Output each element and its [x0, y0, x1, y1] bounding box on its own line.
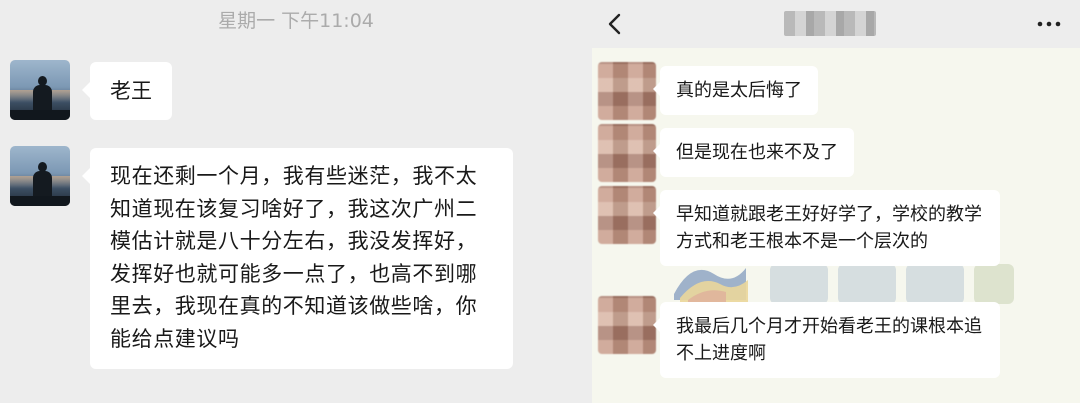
message-text: 老王: [110, 79, 152, 103]
avatar[interactable]: [10, 60, 70, 120]
message-bubble[interactable]: 但是现在也来不及了: [653, 128, 854, 177]
avatar[interactable]: [10, 146, 70, 206]
message-text: 现在还剩一个月，我有些迷茫，我不太知道现在该复习啥好了，我这次广州二模估计就是八…: [110, 164, 478, 351]
screenshot-composite: 星期一 下午11:04 老王 现在还剩一个月，我有些迷茫，我不太知道现在该复习啥…: [0, 0, 1080, 403]
more-dots-icon[interactable]: [1035, 16, 1063, 32]
message-bubble[interactable]: 早知道就跟老王好好学了，学校的教学方式和老王根本不是一个层次的: [653, 190, 1000, 266]
message-bubble[interactable]: 现在还剩一个月，我有些迷茫，我不太知道现在该复习啥好了，我这次广州二模估计就是八…: [82, 148, 513, 369]
message-text: 但是现在也来不及了: [676, 142, 838, 163]
message-text: 真的是太后悔了: [676, 80, 802, 101]
contact-name-blurred: [784, 11, 876, 36]
right-chat-panel: 真的是太后悔了 但是现在也来不及了 早知道就跟老王好好学了，学校的教学方式和老王…: [592, 0, 1080, 403]
message-timestamp: 星期一 下午11:04: [218, 10, 374, 32]
avatar-blurred[interactable]: [598, 124, 656, 182]
avatar-blurred[interactable]: [598, 186, 656, 244]
avatar-blurred[interactable]: [598, 296, 656, 354]
message-bubble[interactable]: 我最后几个月才开始看老王的课根本追不上进度啊: [653, 302, 1000, 378]
message-text: 我最后几个月才开始看老王的课根本追不上进度啊: [676, 316, 982, 364]
chevron-left-icon[interactable]: [602, 10, 628, 38]
avatar-blurred[interactable]: [598, 62, 656, 120]
message-bubble[interactable]: 真的是太后悔了: [653, 66, 818, 115]
message-text: 早知道就跟老王好好学了，学校的教学方式和老王根本不是一个层次的: [676, 204, 982, 252]
chat-header: [592, 0, 1080, 48]
left-chat-panel: 星期一 下午11:04 老王 现在还剩一个月，我有些迷茫，我不太知道现在该复习啥…: [0, 0, 592, 403]
message-bubble[interactable]: 老王: [82, 62, 172, 120]
